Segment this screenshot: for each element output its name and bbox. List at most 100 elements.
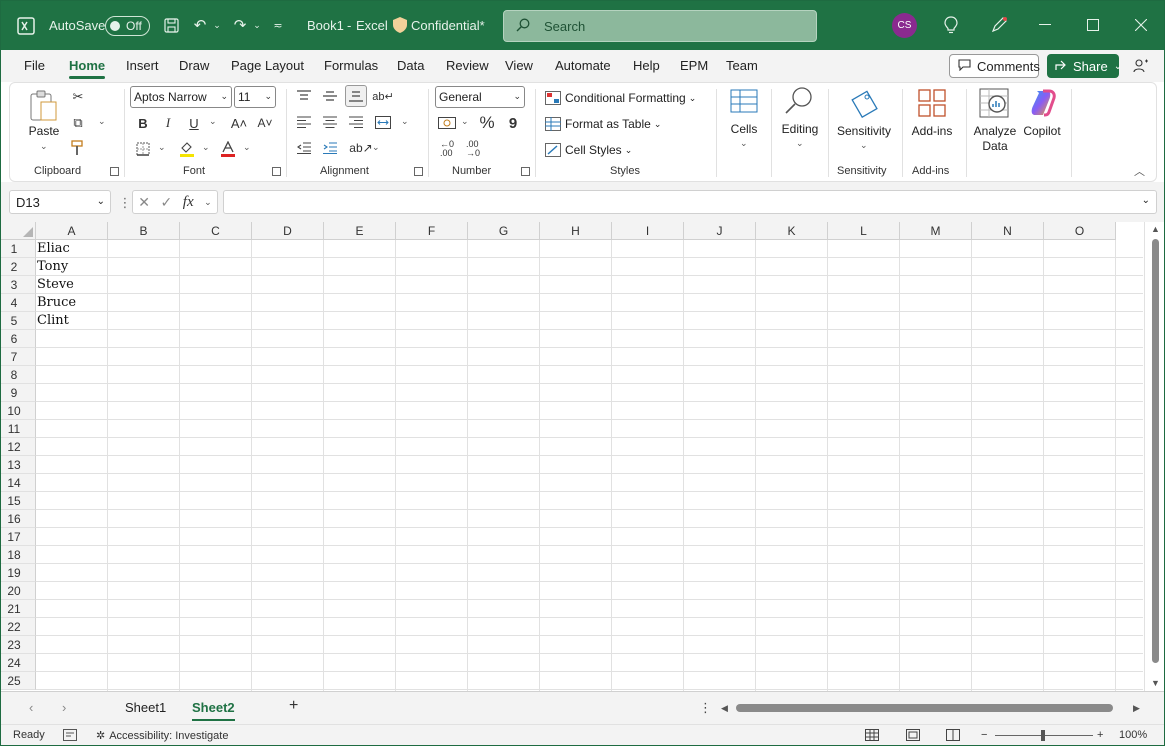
save-icon[interactable]: [160, 14, 182, 36]
clipboard-launcher-icon[interactable]: [110, 167, 119, 176]
more-options-icon[interactable]: ⋮: [699, 700, 712, 716]
copilot-icon[interactable]: [1027, 88, 1057, 121]
row-header-22[interactable]: 22: [1, 618, 36, 636]
share-button[interactable]: Share ⌄: [1047, 54, 1122, 78]
cut-icon[interactable]: ✂: [67, 86, 89, 108]
column-header-i[interactable]: I: [612, 222, 684, 240]
maximize-icon[interactable]: [1081, 13, 1105, 37]
borders-dropdown-icon[interactable]: ⌄: [158, 142, 166, 153]
cell-area[interactable]: [36, 240, 1143, 691]
collapse-ribbon-icon[interactable]: ︿: [1134, 163, 1145, 179]
column-header-c[interactable]: C: [180, 222, 252, 240]
copy-icon[interactable]: ⧉: [67, 112, 89, 134]
orientation-dropdown-icon[interactable]: ⌄: [372, 142, 380, 153]
column-header-e[interactable]: E: [324, 222, 396, 240]
underline-dropdown-icon[interactable]: ⌄: [209, 116, 217, 127]
row-header-21[interactable]: 21: [1, 600, 36, 618]
undo-dropdown-icon[interactable]: ⌄: [206, 14, 228, 36]
decrease-indent-icon[interactable]: [293, 137, 315, 159]
accounting-format-icon[interactable]: [436, 112, 458, 134]
column-header-n[interactable]: N: [972, 222, 1044, 240]
addins-icon[interactable]: [918, 89, 946, 120]
column-header-l[interactable]: L: [828, 222, 900, 240]
paste-icon[interactable]: [28, 89, 60, 126]
scroll-left-icon[interactable]: ◀: [721, 703, 728, 714]
increase-indent-icon[interactable]: [319, 137, 341, 159]
cancel-icon[interactable]: ✕: [138, 194, 150, 211]
tab-page-layout[interactable]: Page Layout: [231, 58, 304, 73]
align-left-icon[interactable]: [293, 111, 315, 133]
cell-a3[interactable]: Steve: [37, 276, 74, 294]
fill-color-icon[interactable]: [176, 138, 198, 160]
orientation-icon[interactable]: ab↗: [349, 137, 372, 159]
row-header-11[interactable]: 11: [1, 420, 36, 438]
expand-formula-icon[interactable]: ⌄: [1142, 195, 1150, 206]
bold-button[interactable]: B: [132, 112, 154, 134]
row-header-2[interactable]: 2: [1, 258, 36, 276]
row-header-14[interactable]: 14: [1, 474, 36, 492]
row-header-25[interactable]: 25: [1, 672, 36, 690]
tab-formulas[interactable]: Formulas: [324, 58, 378, 73]
next-sheet-icon[interactable]: ›: [62, 700, 66, 715]
format-painter-icon[interactable]: [67, 137, 89, 159]
tab-help[interactable]: Help: [633, 58, 660, 73]
row-header-10[interactable]: 10: [1, 402, 36, 420]
pen-icon[interactable]: [988, 14, 1010, 36]
font-family-select[interactable]: Aptos Narrow ⌄: [130, 86, 232, 108]
row-header-8[interactable]: 8: [1, 366, 36, 384]
minimize-icon[interactable]: [1033, 13, 1057, 37]
scroll-right-icon[interactable]: ▶: [1133, 703, 1140, 714]
sheet-tab-sheet1[interactable]: Sheet1: [125, 700, 166, 715]
cell-a1[interactable]: Eliac: [37, 240, 70, 258]
tab-epm[interactable]: EPM: [680, 58, 708, 73]
tab-view[interactable]: View: [505, 58, 533, 73]
macro-record-icon[interactable]: [63, 729, 77, 741]
column-header-o[interactable]: O: [1044, 222, 1116, 240]
column-header-k[interactable]: K: [756, 222, 828, 240]
sensitivity-button-label[interactable]: Sensitivity: [834, 124, 894, 138]
column-header-j[interactable]: J: [684, 222, 756, 240]
column-header-f[interactable]: F: [396, 222, 468, 240]
column-header-d[interactable]: D: [252, 222, 324, 240]
cells-label[interactable]: Cells: [724, 122, 764, 136]
italic-button[interactable]: I: [157, 112, 179, 134]
scroll-up-icon[interactable]: ▲: [1151, 224, 1160, 234]
decrease-decimal-icon[interactable]: .00 →0: [462, 138, 484, 160]
paste-label[interactable]: Paste: [28, 124, 60, 138]
zoom-slider-knob[interactable]: [1041, 730, 1045, 741]
row-header-3[interactable]: 3: [1, 276, 36, 294]
analyze-data-label[interactable]: Analyze Data: [970, 124, 1020, 154]
accessibility-button[interactable]: ✲ Accessibility: Investigate: [96, 729, 228, 743]
zoom-out-icon[interactable]: −: [981, 729, 987, 741]
row-header-5[interactable]: 5: [1, 312, 36, 330]
column-header-a[interactable]: A: [36, 222, 108, 240]
number-launcher-icon[interactable]: [521, 167, 530, 176]
font-launcher-icon[interactable]: [272, 167, 281, 176]
number-format-select[interactable]: General ⌄: [435, 86, 525, 108]
cell-a5[interactable]: Clint: [37, 312, 69, 330]
redo-dropdown-icon[interactable]: ⌄: [246, 14, 268, 36]
row-header-12[interactable]: 12: [1, 438, 36, 456]
align-bottom-icon[interactable]: [345, 85, 367, 107]
sensitivity-dropdown-icon[interactable]: ⌄: [860, 140, 868, 151]
vertical-scrollbar[interactable]: ▲ ▼: [1144, 222, 1164, 691]
row-header-15[interactable]: 15: [1, 492, 36, 510]
tab-team[interactable]: Team: [726, 58, 758, 73]
copy-dropdown-icon[interactable]: ⌄: [98, 116, 106, 127]
alignment-launcher-icon[interactable]: [414, 167, 423, 176]
add-sheet-button[interactable]: +: [289, 697, 298, 715]
prev-sheet-icon[interactable]: ‹: [29, 700, 33, 715]
page-break-view-icon[interactable]: [946, 729, 960, 741]
zoom-level[interactable]: 100%: [1119, 729, 1147, 741]
cell-styles-button[interactable]: Cell Styles ⌄: [545, 140, 632, 160]
accounting-dropdown-icon[interactable]: ⌄: [461, 116, 469, 127]
merge-center-icon[interactable]: [372, 111, 394, 133]
cells-icon[interactable]: [730, 87, 758, 118]
row-header-17[interactable]: 17: [1, 528, 36, 546]
avatar[interactable]: CS: [892, 13, 917, 38]
tab-review[interactable]: Review: [446, 58, 489, 73]
sensitivity-label[interactable]: Confidential*: [411, 1, 485, 50]
normal-view-icon[interactable]: [865, 729, 879, 741]
tab-file[interactable]: File: [24, 58, 45, 73]
coauthor-icon[interactable]: [1130, 55, 1152, 77]
